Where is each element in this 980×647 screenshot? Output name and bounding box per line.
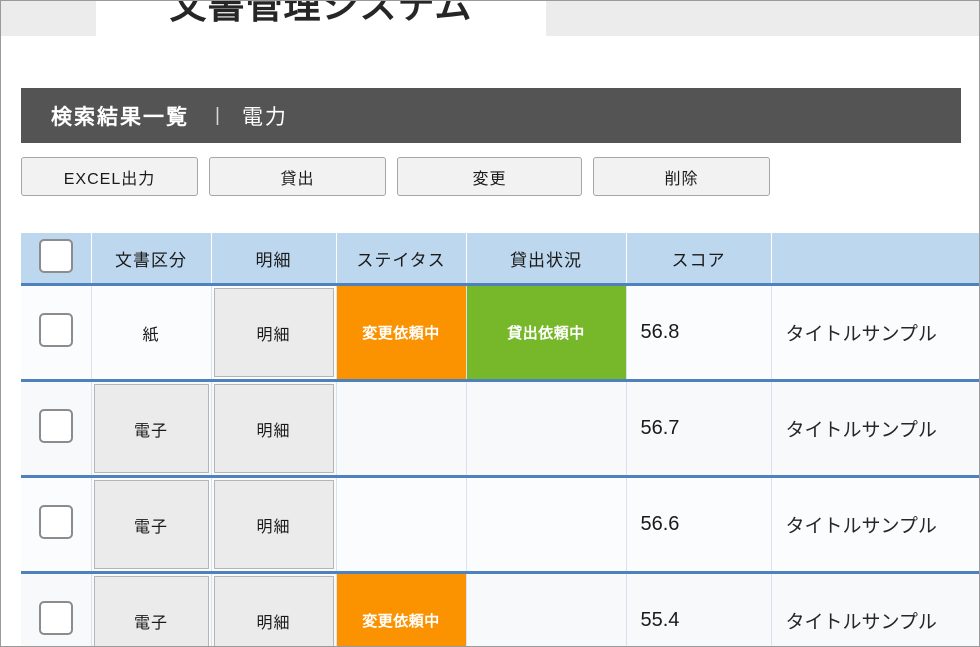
status-cell — [336, 380, 467, 478]
status-badge[interactable]: 変更依頼中 — [336, 286, 466, 379]
table-header: 文書区分 明細 ステイタス 貸出状況 スコア — [21, 233, 979, 286]
document-type-cell: 電子 — [91, 572, 212, 646]
detail-button[interactable]: 明細 — [213, 384, 334, 473]
row-select-cell — [21, 476, 92, 574]
lending-status-cell — [466, 380, 627, 478]
row-select-cell — [21, 380, 92, 478]
table-body: 紙 明細 変更依頼中 貸出依頼中 56.8 タイトルサンプル 電子 明細 56.… — [21, 284, 980, 646]
select-all-header — [21, 233, 92, 286]
section-header-separator: | — [215, 104, 220, 126]
detail-button[interactable]: 明細 — [213, 480, 334, 569]
detail-cell: 明細 — [211, 572, 337, 646]
score-cell: 56.6 — [626, 476, 772, 574]
lending-status-badge[interactable]: 貸出依頼中 — [466, 286, 626, 379]
change-button[interactable]: 変更 — [397, 157, 582, 196]
search-results-table-container[interactable]: 文書区分 明細 ステイタス 貸出状況 スコア 紙 明細 変更依頼中 貸出依頼中 … — [21, 233, 980, 646]
status-header[interactable]: ステイタス — [336, 233, 467, 286]
table-row[interactable]: 電子 明細 変更依頼中 55.4 タイトルサンプル — [21, 572, 980, 646]
section-header-title: 検索結果一覧 — [51, 105, 189, 129]
score-header[interactable]: スコア — [626, 233, 772, 286]
lending-status-header[interactable]: 貸出状況 — [466, 233, 627, 286]
document-type-cell: 紙 — [91, 284, 212, 382]
document-type-cell: 電子 — [91, 476, 212, 574]
row-checkbox[interactable] — [38, 601, 73, 635]
detail-button[interactable]: 明細 — [213, 288, 334, 377]
detail-cell: 明細 — [211, 476, 337, 574]
document-type-label: 紙 — [142, 326, 160, 344]
title-value[interactable]: タイトルサンプル — [772, 607, 980, 634]
row-checkbox[interactable] — [38, 313, 73, 347]
row-checkbox[interactable] — [38, 409, 73, 443]
table-row[interactable]: 電子 明細 56.7 タイトルサンプル — [21, 380, 980, 478]
score-value: 55.4 — [640, 609, 680, 631]
document-type-cell: 電子 — [91, 380, 212, 478]
detail-button[interactable]: 明細 — [213, 576, 334, 646]
page-body: 検索結果一覧 | 電力 EXCEL出力 貸出 変更 削除 文書区分 明細 ステイ… — [1, 36, 980, 646]
lending-status-cell — [466, 476, 627, 574]
row-select-cell — [21, 572, 92, 646]
title-value[interactable]: タイトルサンプル — [772, 511, 980, 538]
title-cell: タイトルサンプル — [771, 284, 980, 382]
title-header[interactable] — [771, 233, 979, 286]
lend-button[interactable]: 貸出 — [209, 157, 386, 196]
document-type-button[interactable]: 電子 — [93, 480, 209, 569]
status-badge[interactable]: 変更依頼中 — [336, 574, 466, 646]
app-title: 文書管理システム — [169, 1, 473, 26]
status-cell: 変更依頼中 — [336, 284, 467, 382]
search-results-table: 文書区分 明細 ステイタス 貸出状況 スコア 紙 明細 変更依頼中 貸出依頼中 … — [21, 233, 980, 646]
score-cell: 56.8 — [626, 284, 772, 382]
document-type-header[interactable]: 文書区分 — [91, 233, 212, 286]
title-value[interactable]: タイトルサンプル — [772, 319, 980, 346]
section-header-category: 電力 — [241, 105, 288, 129]
title-cell: タイトルサンプル — [771, 572, 980, 646]
score-value: 56.6 — [640, 513, 680, 535]
title-value[interactable]: タイトルサンプル — [772, 415, 980, 442]
detail-cell: 明細 — [211, 380, 337, 478]
table-row[interactable]: 紙 明細 変更依頼中 貸出依頼中 56.8 タイトルサンプル — [21, 284, 980, 382]
active-tab[interactable]: 文書管理システム — [96, 1, 546, 36]
browser-tab-strip: 文書管理システム — [1, 1, 979, 36]
table-row[interactable]: 電子 明細 56.6 タイトルサンプル — [21, 476, 980, 574]
lending-status-cell — [466, 572, 627, 646]
title-cell: タイトルサンプル — [771, 380, 980, 478]
title-cell: タイトルサンプル — [771, 476, 980, 574]
document-type-button[interactable]: 電子 — [93, 384, 209, 473]
score-value: 56.7 — [640, 417, 680, 439]
status-cell — [336, 476, 467, 574]
detail-cell: 明細 — [211, 284, 337, 382]
score-cell: 55.4 — [626, 572, 772, 646]
action-toolbar: EXCEL出力 貸出 変更 削除 — [21, 157, 770, 196]
row-checkbox[interactable] — [38, 505, 73, 539]
app-window: 文書管理システム 検索結果一覧 | 電力 EXCEL出力 貸出 変更 削除 文書… — [0, 0, 980, 647]
excel-export-button[interactable]: EXCEL出力 — [21, 157, 198, 196]
score-value: 56.8 — [640, 321, 680, 343]
select-all-checkbox[interactable] — [38, 238, 73, 273]
score-cell: 56.7 — [626, 380, 772, 478]
table-header-row: 文書区分 明細 ステイタス 貸出状況 スコア — [21, 233, 979, 286]
document-type-button[interactable]: 電子 — [93, 576, 209, 646]
lending-status-cell: 貸出依頼中 — [466, 284, 627, 382]
section-header-bar: 検索結果一覧 | 電力 — [21, 88, 961, 143]
delete-button[interactable]: 削除 — [593, 157, 770, 196]
status-cell: 変更依頼中 — [336, 572, 467, 646]
row-select-cell — [21, 284, 92, 382]
detail-header[interactable]: 明細 — [211, 233, 337, 286]
